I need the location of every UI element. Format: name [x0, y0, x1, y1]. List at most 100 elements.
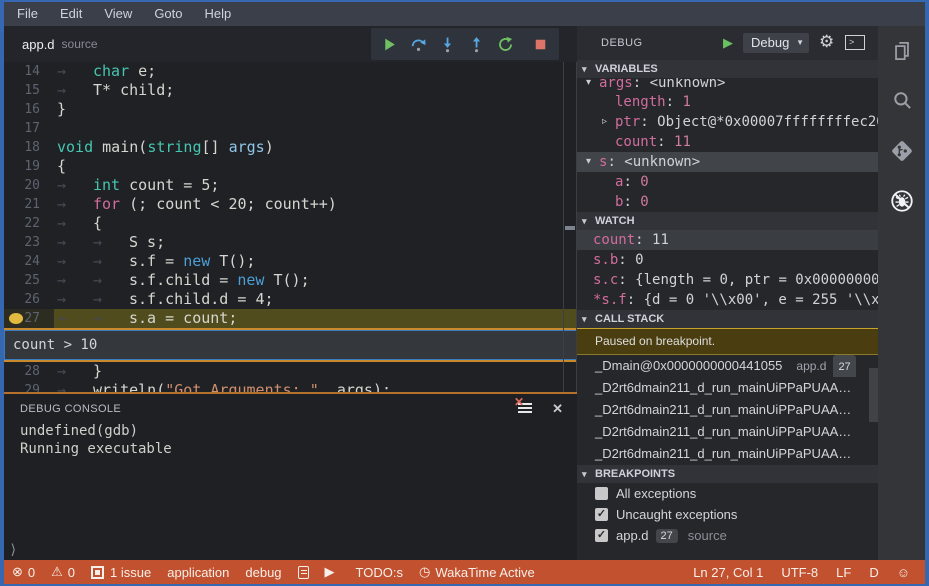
line-number-gutter[interactable]: 21 — [4, 195, 50, 214]
breakpoint-condition-input[interactable]: count > 10 — [4, 330, 577, 360]
step-over-icon[interactable] — [404, 28, 433, 60]
line-number-gutter[interactable]: 15 — [4, 81, 50, 100]
code-line[interactable]: 24 → → s.f = new T(); — [4, 252, 577, 271]
panel-scrollbar[interactable] — [869, 368, 878, 422]
collapse-icon[interactable]: ▾ — [586, 152, 591, 172]
status-item-debug[interactable]: debug — [245, 565, 281, 580]
code-line[interactable]: 25 → → s.f.child = new T(); — [4, 271, 577, 290]
line-number-gutter[interactable]: 22 — [4, 214, 50, 233]
clear-console-icon[interactable]: ✕ — [514, 395, 533, 415]
files-icon[interactable] — [878, 26, 925, 76]
code-line[interactable]: 20 → int count = 5; — [4, 176, 577, 195]
line-number-gutter[interactable]: 23 — [4, 233, 50, 252]
code-line[interactable]: 22 →{ — [4, 214, 577, 233]
run-status-item[interactable]: ▶ — [325, 564, 340, 580]
line-number-gutter[interactable]: 14 — [4, 62, 50, 81]
issues-status-item[interactable]: 1 issue — [91, 565, 151, 580]
feedback-smiley-status-item[interactable]: ☺ — [897, 565, 915, 580]
section-watch[interactable]: ▾ WATCH — [577, 212, 878, 230]
code-line[interactable]: 19 { — [4, 157, 577, 176]
menu-item-view[interactable]: View — [93, 2, 143, 26]
code-editor[interactable]: 14 → char e; 15 → T* child; 16} 17 18 void main(s… — [4, 62, 577, 392]
variable-row[interactable]: count: 11 — [577, 132, 878, 152]
menu-item-file[interactable]: File — [6, 2, 49, 26]
line-number-gutter[interactable]: 19 — [4, 157, 50, 176]
stack-frame-row[interactable]: _Dmain@0x0000000000441055 app.d 27 — [577, 355, 878, 377]
code-line[interactable]: 16} — [4, 100, 577, 119]
stack-frame-row[interactable]: _D2rt6dmain211_d_run_mainUiPPaPUAA… — [577, 443, 878, 465]
clock-status-item[interactable]: ◷ WakaTime Active — [419, 564, 535, 580]
git-icon[interactable] — [878, 126, 925, 176]
code-line[interactable]: 27 → → s.a = count; — [4, 309, 577, 328]
debug-config-dropdown[interactable]: Debug ▼ — [743, 33, 809, 53]
code-line[interactable]: 29 → writeln("Got Arguments: ", args); — [4, 381, 577, 392]
code-line[interactable]: 14 → char e; — [4, 62, 577, 81]
variable-row[interactable]: ▾ args: <unknown> — [577, 78, 878, 92]
stop-icon[interactable] — [526, 28, 555, 60]
line-number-gutter[interactable]: 26 — [4, 290, 50, 309]
line-number-gutter[interactable]: 29 — [4, 381, 50, 392]
menu-item-goto[interactable]: Goto — [143, 2, 193, 26]
code-line[interactable]: 21 → for (; count < 20; count++) — [4, 195, 577, 214]
restart-icon[interactable] — [491, 28, 520, 60]
variable-row[interactable]: ▹ ptr: Object@*0x00007ffffffffec20 — [577, 112, 878, 132]
tab-appd[interactable]: app.d source — [4, 26, 116, 62]
section-call-stack[interactable]: ▾ CALL STACK — [577, 310, 878, 328]
search-icon[interactable] — [878, 76, 925, 126]
stack-frame-row[interactable]: _D2rt6dmain211_d_run_mainUiPPaPUAA… — [577, 377, 878, 399]
code-line[interactable]: 28 →} — [4, 362, 577, 381]
variable-row[interactable]: a: 0 — [577, 172, 878, 192]
checkbox[interactable]: ✓ — [595, 487, 608, 500]
line-number-gutter[interactable]: 20 — [4, 176, 50, 195]
line-number-gutter[interactable]: 16 — [4, 100, 50, 119]
watch-row[interactable]: s.c: {length = 0, ptr = 0x00000000… — [577, 270, 878, 290]
menu-item-edit[interactable]: Edit — [49, 2, 93, 26]
status-item-todo-s[interactable]: TODO:s — [356, 565, 403, 580]
step-out-icon[interactable] — [462, 28, 491, 60]
editor-scrollbar[interactable] — [563, 62, 577, 392]
code-line[interactable]: 17 — [4, 119, 577, 138]
status-item-ln-27-col-1[interactable]: Ln 27, Col 1 — [693, 565, 763, 580]
status-item-lf[interactable]: LF — [836, 565, 851, 580]
line-number-gutter[interactable]: 17 — [4, 119, 50, 138]
stack-frame-row[interactable]: _D2rt6dmain211_d_run_mainUiPPaPUAA… — [577, 399, 878, 421]
watch-row[interactable]: s.b: 0 — [577, 250, 878, 270]
status-item-d[interactable]: D — [869, 565, 878, 580]
close-icon[interactable]: ✕ — [552, 401, 563, 417]
expand-icon[interactable]: ▹ — [602, 112, 607, 132]
line-number-gutter[interactable]: 25 — [4, 271, 50, 290]
breakpoint-row[interactable]: ✓ app.d 27 source — [577, 525, 878, 546]
code-line[interactable]: 23 → → S s; — [4, 233, 577, 252]
code-line[interactable]: 15 → T* child; — [4, 81, 577, 100]
menu-item-help[interactable]: Help — [194, 2, 243, 26]
section-variables[interactable]: ▾ VARIABLES — [577, 60, 878, 78]
breakpoint-icon[interactable] — [9, 313, 23, 324]
watch-row[interactable]: count: 11 — [577, 230, 878, 250]
repl-prompt[interactable]: ⟩ — [9, 542, 17, 558]
warning-status-item[interactable]: ⚠ 0 — [51, 564, 75, 580]
watch-row[interactable]: *s.f: {d = 0 '\\x00', e = 255 '\\x — [577, 290, 878, 310]
breakpoint-row[interactable]: ✓ All exceptions — [577, 483, 878, 504]
start-debug-icon[interactable]: ▶ — [723, 35, 733, 51]
breakpoint-condition-widget[interactable]: count > 10 — [4, 328, 577, 362]
variable-row[interactable]: length: 1 — [577, 92, 878, 112]
line-number-gutter[interactable]: 18 — [4, 138, 50, 157]
checkbox[interactable]: ✓ — [595, 529, 608, 542]
error-status-item[interactable]: ⊗ 0 — [12, 564, 35, 580]
collapse-icon[interactable]: ▾ — [586, 78, 591, 92]
code-line[interactable]: 18 void main(string[] args) — [4, 138, 577, 157]
debug-icon[interactable] — [878, 176, 925, 226]
variable-row[interactable]: b: 0 — [577, 192, 878, 212]
code-line[interactable]: 26 → → s.f.child.d = 4; — [4, 290, 577, 309]
checkbox[interactable]: ✓ — [595, 508, 608, 521]
gear-icon[interactable]: ⚙ — [819, 32, 834, 52]
section-breakpoints[interactable]: ▾ BREAKPOINTS — [577, 465, 878, 483]
stack-frame-row[interactable]: _D2rt6dmain211_d_run_mainUiPPaPUAA… — [577, 421, 878, 443]
status-item-utf-8[interactable]: UTF-8 — [781, 565, 818, 580]
line-number-gutter[interactable]: 28 — [4, 362, 50, 381]
debug-repl-icon[interactable]: > — [845, 35, 865, 50]
continue-icon[interactable] — [375, 28, 404, 60]
line-number-gutter[interactable]: 24 — [4, 252, 50, 271]
document-status-item[interactable] — [297, 565, 309, 579]
variable-row[interactable]: ▾ s: <unknown> — [577, 152, 878, 172]
